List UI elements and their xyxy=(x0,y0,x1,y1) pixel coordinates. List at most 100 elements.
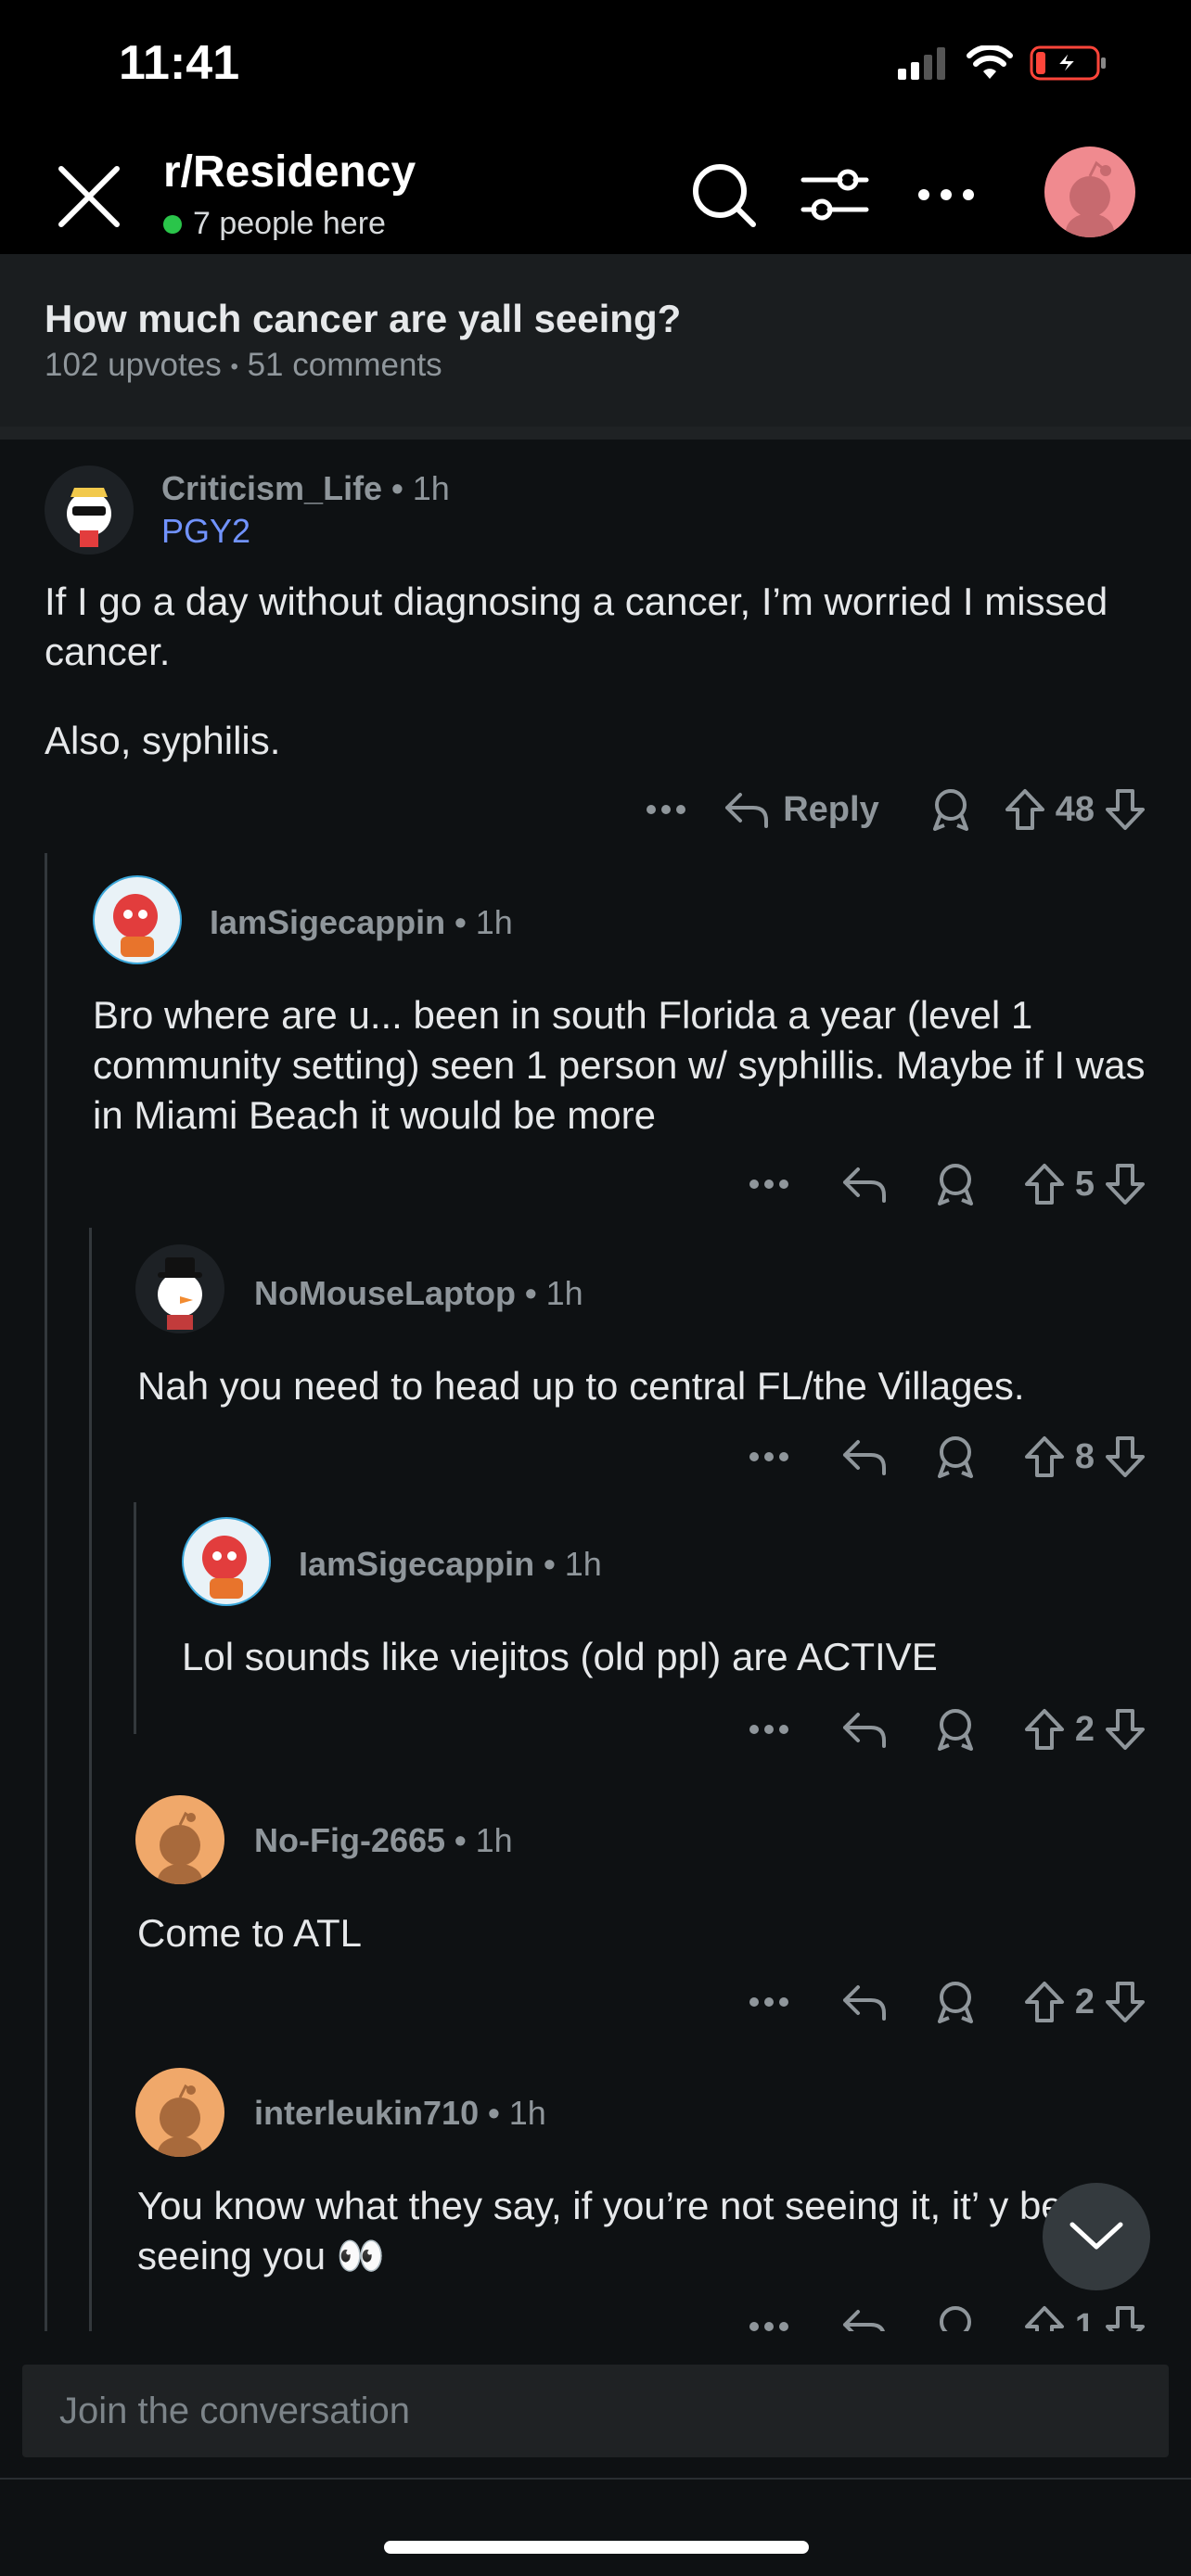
comment-body: Come to ATL xyxy=(137,1911,362,1955)
commenter-avatar[interactable] xyxy=(135,2068,224,2157)
snoo-avatar-icon xyxy=(184,1519,269,1604)
top-nav-bar: r/Residency 7 people here xyxy=(0,139,1191,254)
comment-author[interactable]: IamSigecappin • 1h xyxy=(299,1545,602,1584)
user-avatar[interactable] xyxy=(1044,147,1135,237)
post-summary[interactable]: How much cancer are yall seeing? 102 upv… xyxy=(0,254,1191,427)
reply-icon[interactable] xyxy=(841,1436,888,1477)
vote-score: 2 xyxy=(1074,1709,1095,1749)
comment-author[interactable]: interleukin710 • 1h xyxy=(254,2094,546,2133)
more-options-icon[interactable] xyxy=(749,1724,789,1735)
comment-count: 51 comments xyxy=(247,347,442,383)
reply-icon[interactable] xyxy=(841,2306,888,2331)
join-conversation-input[interactable] xyxy=(22,2365,1169,2457)
comment-item: Criticism_Life • 1h PGY2 If I go a day w… xyxy=(0,440,1191,838)
comment-author[interactable]: NoMouseLaptop • 1h xyxy=(254,1274,583,1313)
upvote-icon[interactable] xyxy=(1023,1162,1066,1206)
comment-body: Bro where are u... been in south Florida… xyxy=(93,993,1146,1137)
battery-charging-icon xyxy=(1030,45,1106,81)
downvote-icon[interactable] xyxy=(1104,1435,1146,1479)
upvote-icon[interactable] xyxy=(1023,2304,1066,2331)
search-icon[interactable] xyxy=(686,158,761,232)
status-time: 11:41 xyxy=(119,36,240,90)
comment-actions: 2 xyxy=(749,1979,1146,2025)
downvote-icon[interactable] xyxy=(1104,1707,1146,1752)
vote-score: 48 xyxy=(1055,789,1095,829)
section-divider xyxy=(0,427,1191,440)
commenter-avatar[interactable] xyxy=(45,465,134,555)
award-icon[interactable] xyxy=(934,1161,977,1207)
comment-author[interactable]: No-Fig-2665 • 1h xyxy=(254,1821,513,1860)
cellular-signal-icon xyxy=(898,47,945,80)
commenter-avatar[interactable] xyxy=(135,1795,224,1884)
status-bar: 11:41 xyxy=(0,0,1191,139)
award-icon[interactable] xyxy=(934,2303,977,2331)
upvote-icon[interactable] xyxy=(1023,1707,1066,1752)
comment-author[interactable]: IamSigecappin • 1h xyxy=(210,903,513,942)
commenter-avatar[interactable] xyxy=(93,875,182,964)
reply-icon[interactable] xyxy=(841,1982,888,2022)
comment-actions: Reply 48 xyxy=(646,786,1146,833)
upvote-count: 102 upvotes xyxy=(45,347,222,383)
commenter-avatar[interactable] xyxy=(182,1517,271,1606)
more-options-icon[interactable] xyxy=(749,1179,789,1190)
more-options-icon[interactable] xyxy=(646,804,686,815)
sort-filter-icon[interactable] xyxy=(798,158,872,232)
comment-author[interactable]: Criticism_Life • 1h xyxy=(161,469,450,508)
bottom-divider xyxy=(0,2478,1191,2480)
online-dot-icon xyxy=(163,214,182,234)
reply-icon[interactable] xyxy=(841,1164,888,1205)
more-options-icon[interactable] xyxy=(909,158,983,232)
wifi-icon xyxy=(967,45,1013,79)
more-options-icon[interactable] xyxy=(749,2321,789,2331)
snoo-avatar-icon xyxy=(95,877,180,963)
chevron-down-icon xyxy=(1069,2222,1123,2250)
online-indicator: 7 people here xyxy=(163,206,386,242)
commenter-avatar[interactable] xyxy=(135,1244,224,1333)
reply-icon xyxy=(725,793,769,828)
comment-body: Nah you need to head up to central FL/th… xyxy=(137,1364,1025,1408)
subreddit-name[interactable]: r/Residency xyxy=(163,147,416,198)
vote-score: 5 xyxy=(1074,1164,1095,1204)
close-icon[interactable] xyxy=(54,161,124,232)
downvote-icon[interactable] xyxy=(1104,1162,1146,1206)
bottom-bar xyxy=(0,2331,1191,2576)
comment-actions: 2 xyxy=(749,1706,1146,1753)
award-icon[interactable] xyxy=(929,786,972,833)
reply-button[interactable]: Reply xyxy=(724,789,879,830)
online-count: 7 people here xyxy=(193,206,386,241)
comment-body: You know what they say, if you’re not se… xyxy=(137,2184,1063,2277)
downvote-icon[interactable] xyxy=(1104,1980,1146,2024)
comment-body: Lol sounds like viejitos (old ppl) are A… xyxy=(182,1635,938,1678)
comment-actions: 8 xyxy=(749,1434,1146,1480)
downvote-icon[interactable] xyxy=(1104,2304,1146,2331)
user-flair: PGY2 xyxy=(161,512,251,550)
home-indicator[interactable] xyxy=(384,2541,809,2554)
snoo-avatar-icon xyxy=(67,488,111,547)
downvote-icon[interactable] xyxy=(1104,787,1146,832)
next-comment-button[interactable] xyxy=(1043,2183,1150,2290)
reply-icon[interactable] xyxy=(841,1709,888,1750)
more-options-icon[interactable] xyxy=(749,1451,789,1462)
upvote-icon[interactable] xyxy=(1004,787,1046,832)
comment-body-paragraph: Also, syphilis. xyxy=(45,719,281,762)
comment-item: IamSigecappin • 1h Bro where are u... be… xyxy=(0,862,1191,1215)
award-icon[interactable] xyxy=(934,1979,977,2025)
comment-item: interleukin710 • 1h You know what they s… xyxy=(0,2068,1191,2331)
award-icon[interactable] xyxy=(934,1706,977,1753)
more-options-icon[interactable] xyxy=(749,1996,789,2008)
post-title: How much cancer are yall seeing? xyxy=(45,297,682,340)
snoo-avatar-icon xyxy=(1066,160,1114,237)
snoo-avatar-icon xyxy=(158,2084,202,2157)
vote-score: 2 xyxy=(1074,1982,1095,2021)
upvote-icon[interactable] xyxy=(1023,1435,1066,1479)
comment-actions: 1 xyxy=(749,2303,1146,2331)
vote-score: 1 xyxy=(1074,2306,1095,2332)
comment-item: No-Fig-2665 • 1h Come to ATL 2 xyxy=(0,1795,1191,2036)
meta-separator: • xyxy=(230,353,238,379)
comment-item: IamSigecappin • 1h Lol sounds like vieji… xyxy=(0,1517,1191,1758)
award-icon[interactable] xyxy=(934,1434,977,1480)
post-meta: 102 upvotes • 51 comments xyxy=(45,347,442,384)
upvote-icon[interactable] xyxy=(1023,1980,1066,2024)
comment-body: If I go a day without diagnosing a cance… xyxy=(45,580,1108,673)
vote-score: 8 xyxy=(1074,1436,1095,1476)
